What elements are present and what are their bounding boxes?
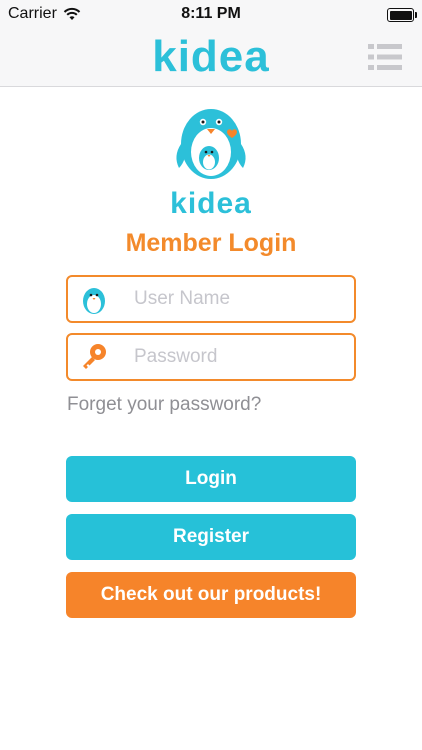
forgot-password-link[interactable]: Forget your password? bbox=[67, 394, 261, 416]
username-field[interactable] bbox=[66, 275, 356, 323]
password-input[interactable] bbox=[134, 335, 344, 379]
password-field[interactable] bbox=[66, 333, 356, 381]
brand-logo: kidea bbox=[0, 96, 422, 221]
hamburger-menu-icon[interactable] bbox=[368, 42, 402, 72]
login-button[interactable]: Login bbox=[66, 456, 356, 502]
nav-bar: kidea bbox=[0, 30, 422, 87]
register-button[interactable]: Register bbox=[66, 514, 356, 560]
battery-icon bbox=[387, 8, 417, 22]
penguin-icon bbox=[83, 288, 105, 314]
nav-logo: kidea bbox=[152, 32, 270, 81]
status-time: 8:11 PM bbox=[181, 5, 241, 22]
status-bar: Carrier 8:11 PM bbox=[0, 0, 422, 30]
page-title: Member Login bbox=[125, 229, 297, 257]
username-input[interactable] bbox=[134, 277, 344, 321]
check-products-button[interactable]: Check out our products! bbox=[66, 572, 356, 618]
penguin-family-logo bbox=[176, 109, 246, 179]
brand-wordmark: kidea bbox=[170, 187, 252, 220]
key-icon bbox=[83, 344, 106, 369]
